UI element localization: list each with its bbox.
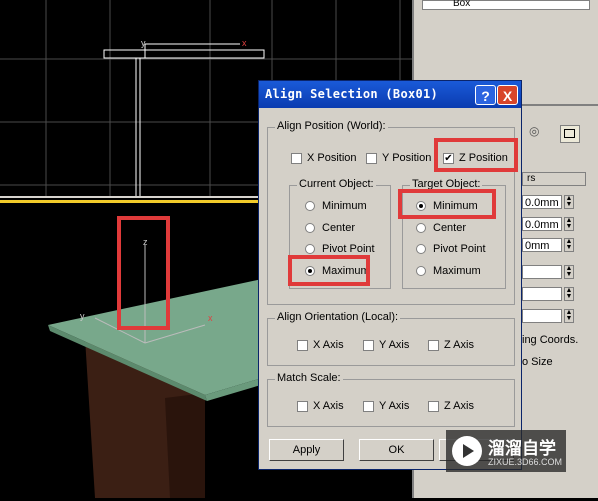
radio-label: Pivot Point — [322, 243, 375, 255]
orient-x-box[interactable] — [297, 339, 308, 351]
apply-button[interactable]: Apply — [269, 439, 344, 461]
param-field-2[interactable]: 0.0mm — [522, 217, 562, 231]
top-axis-x-label: x — [242, 38, 247, 48]
radio-dot[interactable] — [305, 201, 315, 211]
generate-coords-label: ing Coords. — [522, 334, 579, 346]
watermark: 溜溜自学 ZIXUE.3D66.COM — [446, 430, 566, 472]
gizmo-highlight-box — [117, 216, 170, 330]
param-field-3[interactable]: 0mm — [522, 238, 562, 252]
current-minimum-radio[interactable]: Minimum — [305, 200, 367, 212]
scale-y-label: Y Axis — [379, 400, 410, 412]
radio-dot[interactable] — [305, 223, 315, 233]
radio-dot[interactable] — [416, 266, 426, 276]
scale-x-box[interactable] — [297, 400, 308, 412]
close-button[interactable]: X — [497, 85, 518, 105]
target-minimum-highlight — [398, 189, 496, 219]
scale-z-label: Z Axis — [444, 400, 474, 412]
param-field-6[interactable] — [522, 309, 562, 323]
target-maximum-radio[interactable]: Maximum — [416, 265, 481, 277]
radio-dot[interactable] — [416, 244, 426, 254]
current-center-radio[interactable]: Center — [305, 222, 355, 234]
rollout-header[interactable]: rs — [522, 172, 586, 186]
radio-label: Pivot Point — [433, 243, 486, 255]
current-maximum-highlight — [288, 255, 370, 286]
current-pivot-radio[interactable]: Pivot Point — [305, 243, 375, 255]
scale-y-box[interactable] — [363, 400, 374, 412]
radio-dot[interactable] — [305, 244, 315, 254]
radio-label: Maximum — [433, 265, 481, 277]
param-spinner-2[interactable]: ▲ ▼ — [564, 217, 574, 231]
y-position-checkbox[interactable]: Y Position — [366, 152, 431, 164]
x-position-box[interactable] — [291, 152, 302, 164]
persp-axis-x-label: x — [208, 313, 213, 323]
target-pivot-radio[interactable]: Pivot Point — [416, 243, 486, 255]
radio-label: Center — [433, 222, 467, 234]
orient-x-label: X Axis — [313, 339, 344, 351]
persp-axis-y-label: y — [80, 311, 85, 321]
watermark-logo-icon — [452, 436, 482, 466]
radio-label: Center — [322, 222, 356, 234]
object-list-item[interactable]: Box — [422, 0, 590, 10]
radio-label: Minimum — [322, 200, 367, 212]
configure-sets-icon[interactable] — [560, 125, 580, 143]
ok-button[interactable]: OK — [359, 439, 434, 461]
align-orientation-label: Align Orientation (Local): — [275, 311, 401, 323]
orient-y-checkbox[interactable]: Y Axis — [363, 339, 409, 351]
x-position-checkbox[interactable]: X Position — [291, 152, 357, 164]
orient-z-label: Z Axis — [444, 339, 474, 351]
orient-z-checkbox[interactable]: Z Axis — [428, 339, 474, 351]
watermark-title: 溜溜自学 — [488, 439, 556, 459]
current-object-label: Current Object: — [297, 178, 376, 190]
z-position-highlight — [434, 138, 518, 172]
top-axis-y-label: y — [141, 38, 146, 48]
scale-z-checkbox[interactable]: Z Axis — [428, 400, 474, 412]
real-world-size-label: o Size — [522, 356, 553, 368]
dialog-titlebar[interactable]: Align Selection (Box01) ? X — [259, 81, 521, 108]
param-spinner-3[interactable]: ▲ ▼ — [564, 238, 574, 252]
scale-y-checkbox[interactable]: Y Axis — [363, 400, 409, 412]
help-button[interactable]: ? — [475, 85, 496, 105]
param-spinner-6[interactable]: ▲ ▼ — [564, 309, 574, 323]
param-field-4[interactable] — [522, 265, 562, 279]
match-scale-label: Match Scale: — [275, 372, 343, 384]
scale-x-label: X Axis — [313, 400, 344, 412]
orient-z-box[interactable] — [428, 339, 439, 351]
param-field-5[interactable] — [522, 287, 562, 301]
orient-y-label: Y Axis — [379, 339, 410, 351]
y-position-label: Y Position — [382, 152, 432, 164]
pin-stack-icon[interactable]: ◎ — [529, 124, 543, 138]
param-spinner-5[interactable]: ▲ ▼ — [564, 287, 574, 301]
x-position-label: X Position — [307, 152, 357, 164]
y-position-box[interactable] — [366, 152, 377, 164]
dialog-title: Align Selection (Box01) — [265, 87, 439, 101]
param-spinner-4[interactable]: ▲ ▼ — [564, 265, 574, 279]
orient-x-checkbox[interactable]: X Axis — [297, 339, 344, 351]
radio-dot[interactable] — [416, 223, 426, 233]
orient-y-box[interactable] — [363, 339, 374, 351]
watermark-url: ZIXUE.3D66.COM — [488, 457, 563, 467]
scale-z-box[interactable] — [428, 400, 439, 412]
param-field-1[interactable]: 0.0mm — [522, 195, 562, 209]
param-spinner-1[interactable]: ▲ ▼ — [564, 195, 574, 209]
scale-x-checkbox[interactable]: X Axis — [297, 400, 344, 412]
align-position-label: Align Position (World): — [275, 120, 388, 132]
target-center-radio[interactable]: Center — [416, 222, 466, 234]
